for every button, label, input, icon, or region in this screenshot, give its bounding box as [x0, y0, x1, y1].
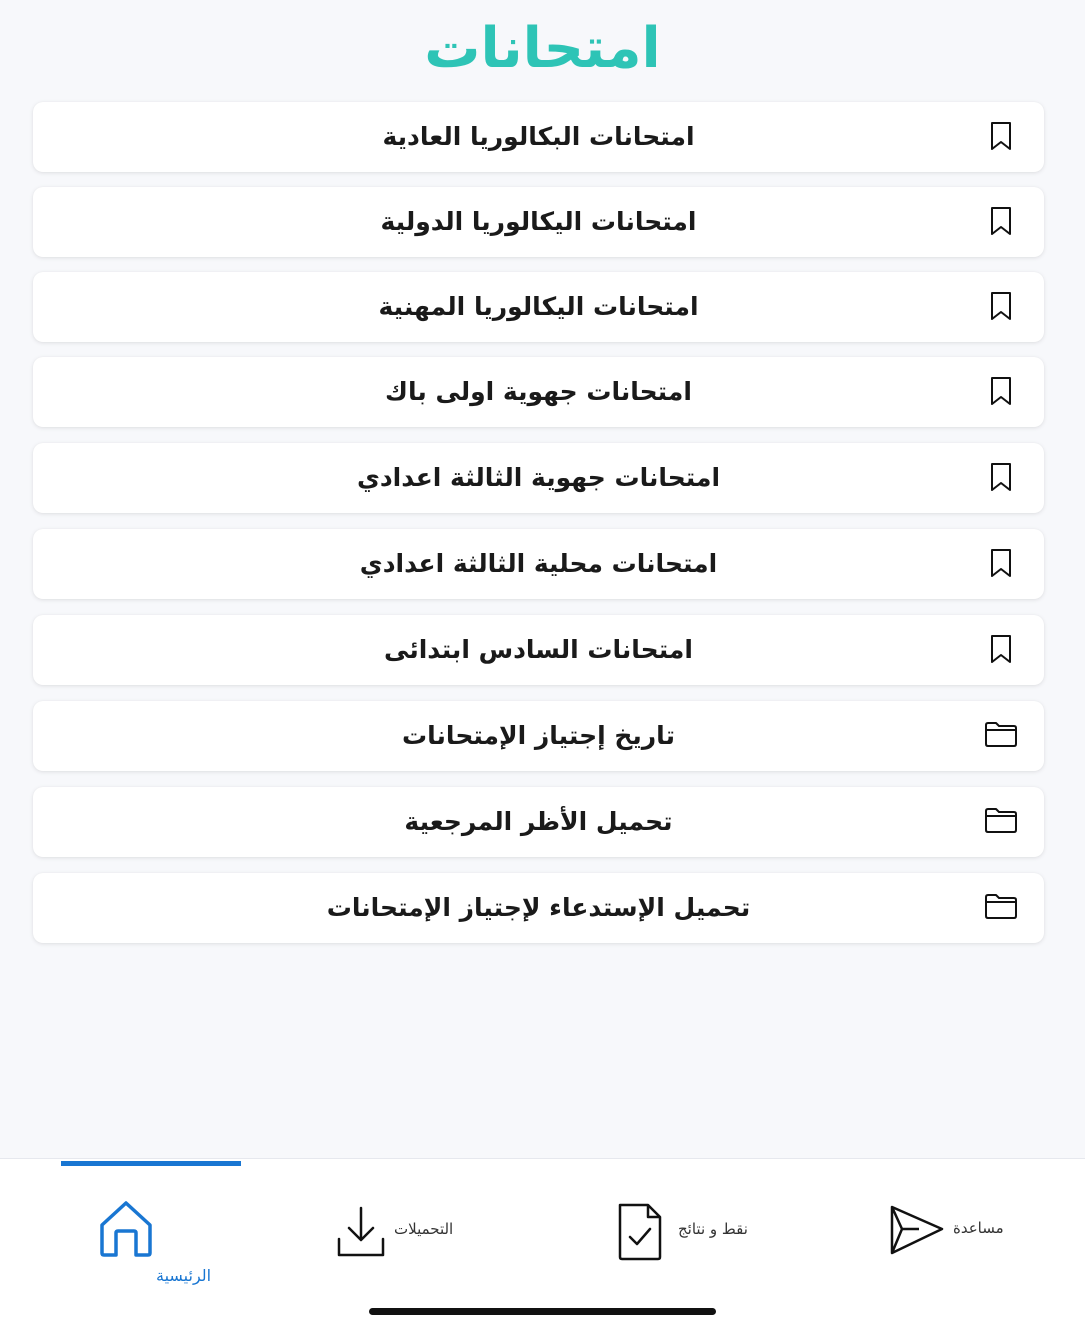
download-icon — [336, 1205, 386, 1263]
menu-item-label: امتحانات جهوية الثالثة اعدادي — [356, 463, 721, 492]
bookmark-icon — [984, 291, 1018, 323]
home-indicator-bar — [369, 1308, 716, 1315]
menu-item-label: امتحانات محلية الثالثة اعدادي — [359, 549, 718, 578]
bookmark-icon — [984, 548, 1018, 580]
menu-item-sixth-primary[interactable]: امتحانات السادس ابتدائى — [33, 615, 1044, 685]
active-tab-indicator — [61, 1161, 241, 1166]
menu-item-label: امتحانات اليكالوريا الدولية — [380, 207, 697, 236]
menu-item-label: امتحانات جهوية اولى باك — [385, 377, 692, 406]
menu-item-professional-baccalaureate[interactable]: امتحانات اليكالوريا المهنية — [33, 272, 1044, 342]
bookmark-icon — [984, 376, 1018, 408]
tab-results[interactable]: نقط و نتائج — [610, 1199, 770, 1269]
menu-item-label: امتحانات اليكالوريا المهنية — [378, 292, 699, 321]
menu-item-label: تاريخ إجتياز الإمتحانات — [402, 721, 675, 750]
menu-item-exam-dates[interactable]: تاريخ إجتياز الإمتحانات — [33, 701, 1044, 771]
tab-help-label: مساعدة — [953, 1219, 1004, 1237]
folder-icon — [984, 806, 1018, 838]
tab-help[interactable]: مساعدة — [885, 1199, 1025, 1269]
send-icon — [889, 1203, 945, 1261]
tab-downloads-label: التحميلات — [394, 1220, 454, 1238]
menu-item-label: تحميل الإستدعاء لإجتياز الإمتحانات — [326, 893, 751, 922]
page-title: امتحانات — [424, 16, 661, 81]
menu-item-label: امتحانات البكالوريا العادية — [382, 122, 695, 151]
menu-item-international-baccalaureate[interactable]: امتحانات اليكالوريا الدولية — [33, 187, 1044, 257]
menu-item-label: امتحانات السادس ابتدائى — [384, 635, 693, 664]
document-check-icon — [616, 1201, 664, 1267]
bookmark-icon — [984, 121, 1018, 153]
home-icon — [98, 1199, 154, 1263]
folder-icon — [984, 720, 1018, 752]
bottom-tab-bar: الرئيسية التحميلات نقط و نتائج مساعدة — [0, 1158, 1085, 1332]
menu-item-regional-first-bac[interactable]: امتحانات جهوية اولى باك — [33, 357, 1044, 427]
menu-item-label: تحميل الأظر المرجعية — [404, 807, 673, 836]
menu-item-reference-frameworks[interactable]: تحميل الأظر المرجعية — [33, 787, 1044, 857]
menu-item-regular-baccalaureate[interactable]: امتحانات البكالوريا العادية — [33, 102, 1044, 172]
tab-downloads[interactable]: التحميلات — [330, 1199, 480, 1269]
folder-icon — [984, 892, 1018, 924]
bookmark-icon — [984, 206, 1018, 238]
tab-results-label: نقط و نتائج — [678, 1220, 748, 1238]
menu-item-convocation-download[interactable]: تحميل الإستدعاء لإجتياز الإمتحانات — [33, 873, 1044, 943]
tab-home[interactable]: الرئيسية — [90, 1189, 230, 1299]
menu-item-regional-third-middle[interactable]: امتحانات جهوية الثالثة اعدادي — [33, 443, 1044, 513]
tab-home-label: الرئيسية — [156, 1266, 212, 1285]
bookmark-icon — [984, 634, 1018, 666]
menu-item-local-third-middle[interactable]: امتحانات محلية الثالثة اعدادي — [33, 529, 1044, 599]
bookmark-icon — [984, 462, 1018, 494]
